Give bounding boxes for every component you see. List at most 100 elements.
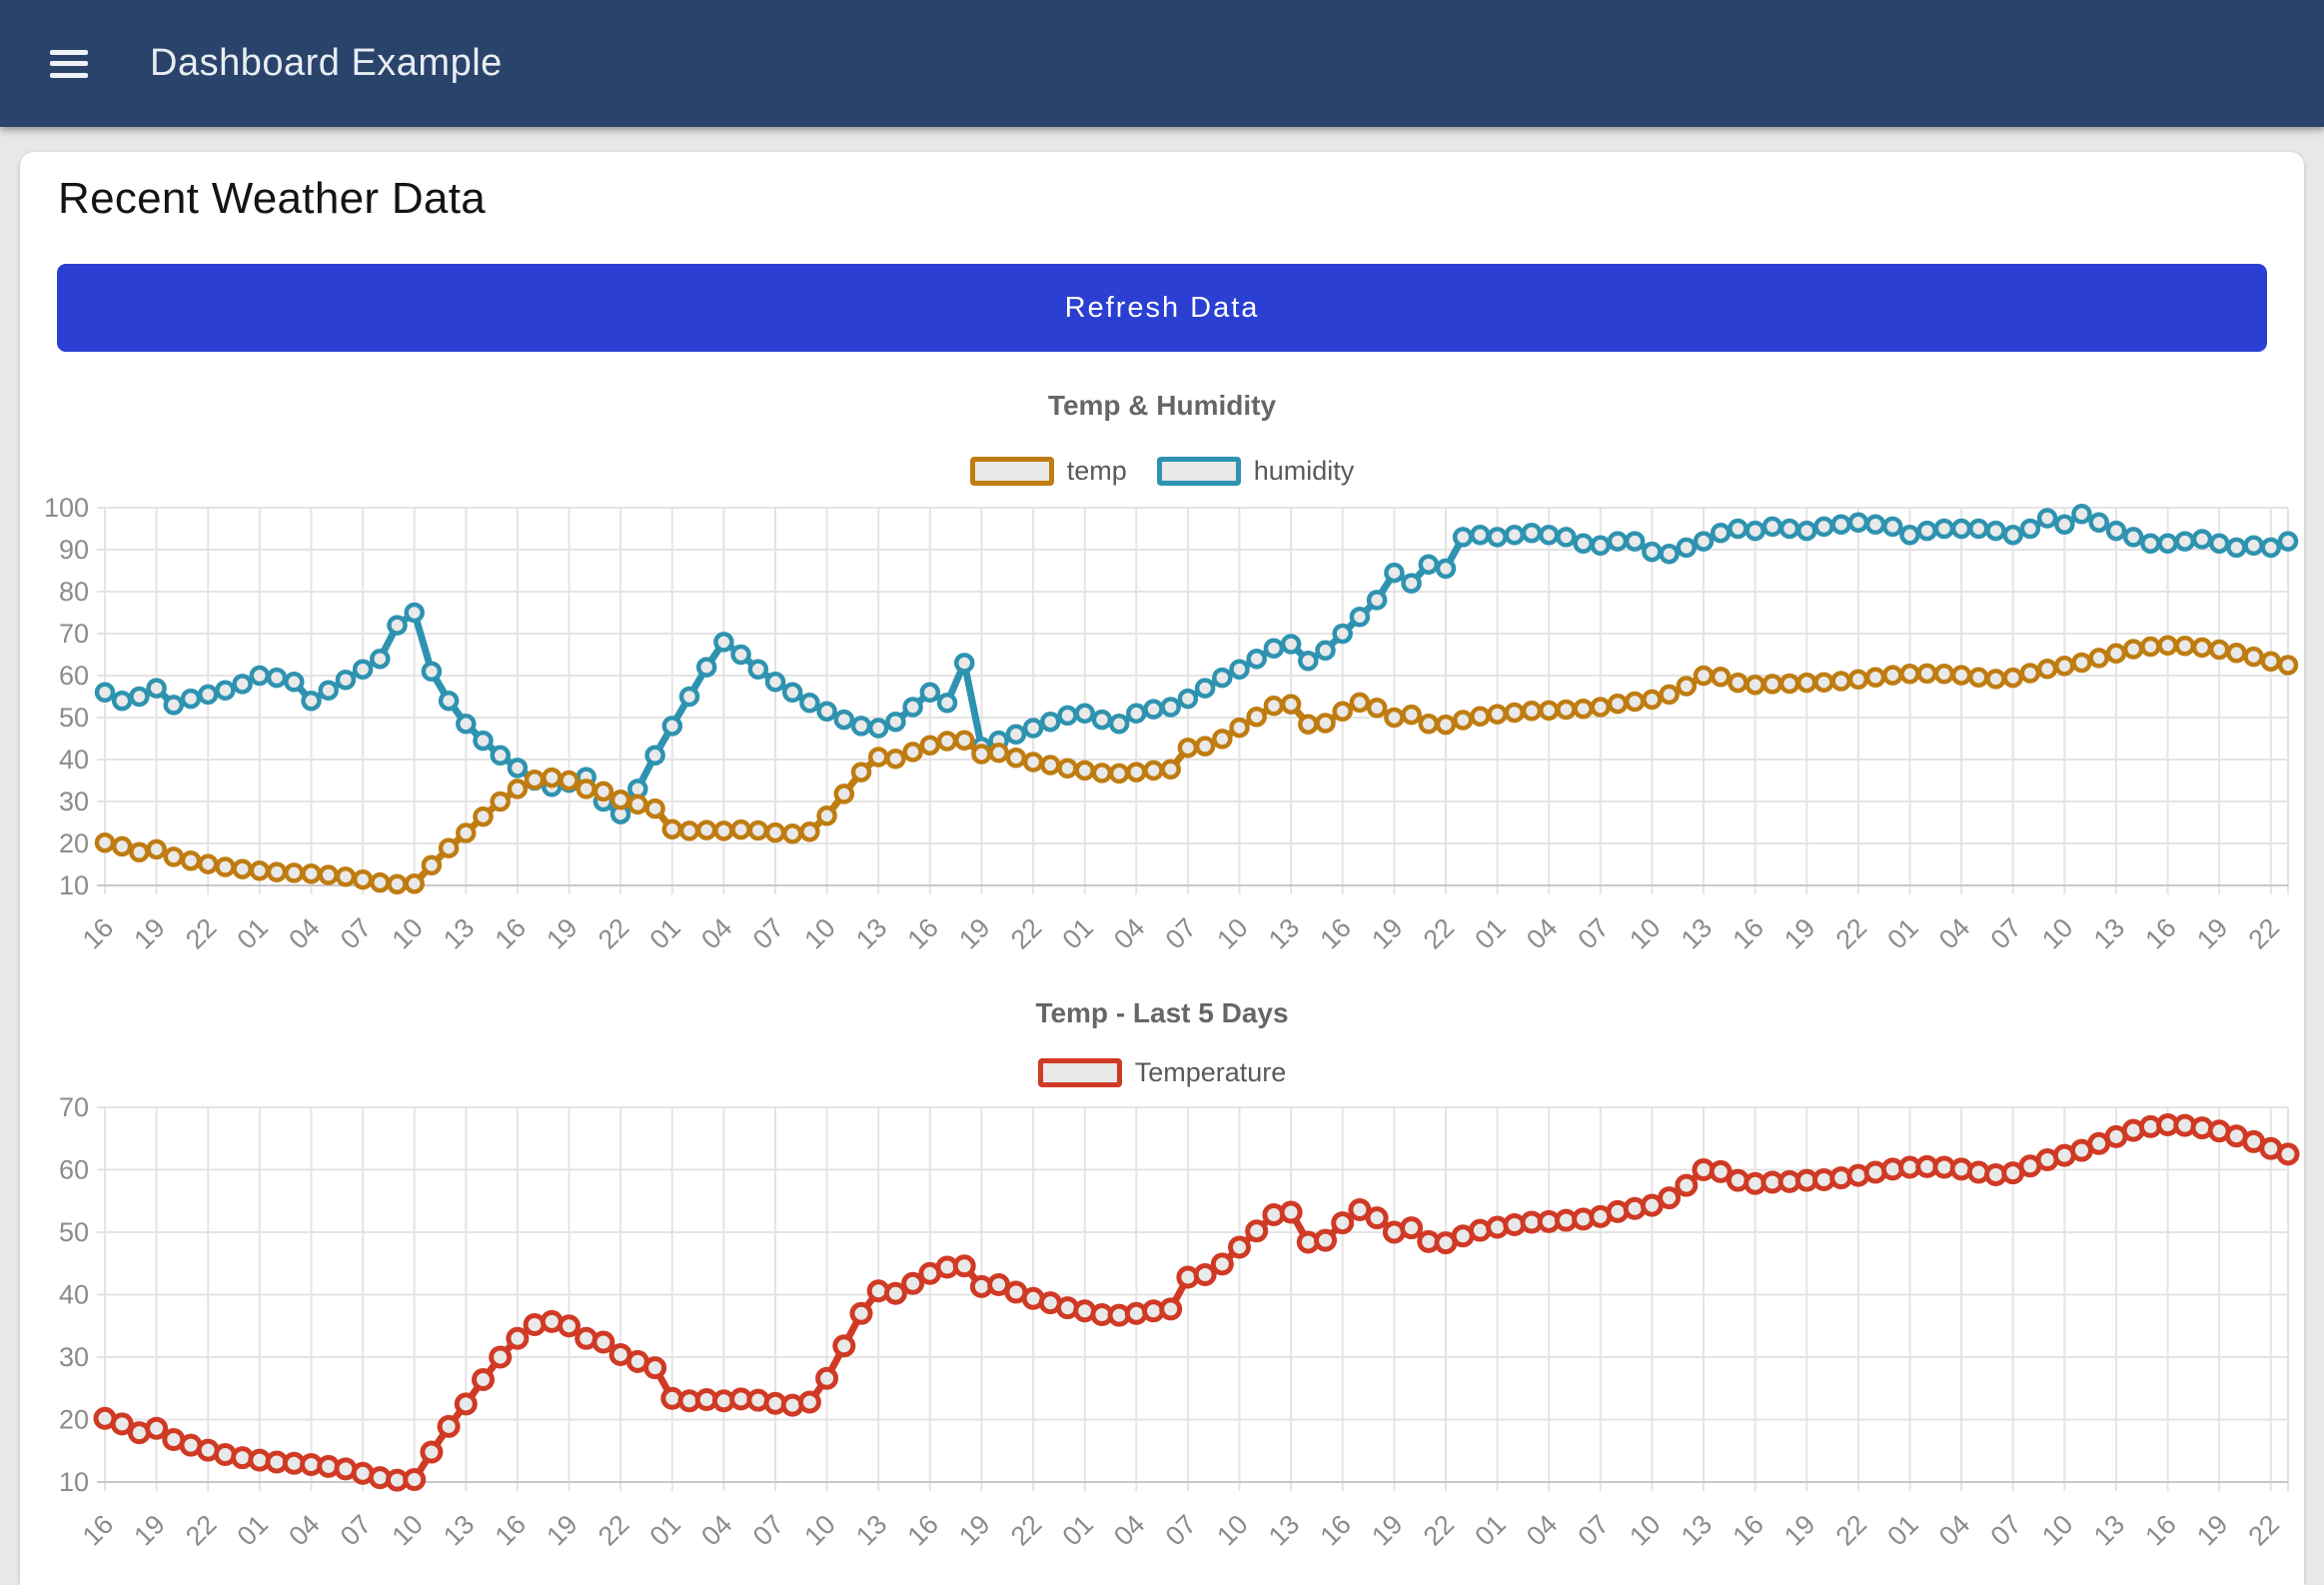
svg-text:01: 01: [232, 1509, 274, 1551]
svg-text:10: 10: [59, 870, 89, 900]
svg-text:50: 50: [59, 703, 89, 733]
svg-text:04: 04: [695, 1509, 737, 1551]
svg-text:16: 16: [1314, 912, 1356, 954]
svg-text:19: 19: [2191, 1509, 2233, 1551]
svg-text:22: 22: [1418, 912, 1460, 954]
svg-text:22: 22: [1005, 912, 1047, 954]
svg-text:19: 19: [541, 912, 582, 954]
svg-text:22: 22: [2243, 912, 2285, 954]
svg-text:10: 10: [2036, 1509, 2078, 1551]
svg-text:04: 04: [283, 1509, 325, 1551]
svg-text:04: 04: [283, 912, 325, 954]
svg-text:16: 16: [490, 1509, 532, 1551]
chart2-title: Temp - Last 5 Days: [20, 997, 2304, 1029]
svg-text:10: 10: [386, 912, 428, 954]
app-header: Dashboard Example: [0, 0, 2324, 127]
svg-text:100: 100: [44, 493, 89, 523]
app-title: Dashboard Example: [150, 42, 503, 85]
svg-text:07: 07: [335, 912, 377, 954]
svg-text:19: 19: [1366, 912, 1408, 954]
svg-text:10: 10: [59, 1467, 89, 1497]
temperature-line-chart: 7060504030201016192201040710131619220104…: [20, 1079, 2304, 1585]
svg-text:13: 13: [1676, 912, 1718, 954]
svg-text:10: 10: [1624, 912, 1666, 954]
svg-text:16: 16: [490, 912, 532, 954]
svg-text:16: 16: [1314, 1509, 1356, 1551]
svg-text:01: 01: [644, 1509, 686, 1551]
svg-text:19: 19: [128, 912, 170, 954]
svg-text:13: 13: [850, 912, 892, 954]
svg-text:13: 13: [1676, 1509, 1718, 1551]
svg-text:19: 19: [1778, 912, 1820, 954]
svg-text:16: 16: [2139, 1509, 2181, 1551]
svg-text:16: 16: [902, 1509, 944, 1551]
svg-text:10: 10: [798, 1509, 840, 1551]
svg-text:16: 16: [77, 912, 119, 954]
svg-text:16: 16: [902, 912, 944, 954]
svg-text:22: 22: [592, 1509, 634, 1551]
svg-text:10: 10: [1624, 1509, 1666, 1551]
svg-text:20: 20: [59, 828, 89, 858]
refresh-data-button[interactable]: Refresh Data: [57, 264, 2267, 352]
svg-text:90: 90: [59, 535, 89, 565]
svg-text:04: 04: [695, 912, 737, 954]
svg-text:70: 70: [59, 1092, 89, 1122]
svg-text:16: 16: [2139, 912, 2181, 954]
svg-text:22: 22: [592, 912, 634, 954]
svg-text:60: 60: [59, 1155, 89, 1185]
svg-text:01: 01: [1056, 1509, 1098, 1551]
svg-text:01: 01: [1881, 1509, 1923, 1551]
svg-text:04: 04: [1108, 912, 1150, 954]
svg-text:04: 04: [1521, 912, 1563, 954]
svg-text:01: 01: [1881, 912, 1923, 954]
svg-text:04: 04: [1933, 1509, 1975, 1551]
svg-text:22: 22: [1830, 912, 1872, 954]
svg-text:01: 01: [644, 912, 686, 954]
svg-text:19: 19: [2191, 912, 2233, 954]
svg-text:80: 80: [59, 577, 89, 607]
svg-text:22: 22: [180, 1509, 222, 1551]
svg-text:10: 10: [1211, 1509, 1253, 1551]
content-card: Recent Weather Data Refresh Data Temp & …: [20, 152, 2304, 1585]
svg-text:20: 20: [59, 1405, 89, 1435]
svg-text:19: 19: [953, 912, 995, 954]
svg-text:10: 10: [2036, 912, 2078, 954]
svg-text:01: 01: [1469, 912, 1511, 954]
svg-text:19: 19: [1366, 1509, 1408, 1551]
svg-text:07: 07: [1984, 1509, 2026, 1551]
svg-text:60: 60: [59, 661, 89, 691]
temp-humidity-line-chart: 1009080706050403020101619220104071013161…: [20, 460, 2304, 959]
svg-text:01: 01: [1469, 1509, 1511, 1551]
svg-text:07: 07: [1160, 912, 1202, 954]
svg-text:22: 22: [1005, 1509, 1047, 1551]
hamburger-menu-icon[interactable]: [50, 50, 88, 78]
svg-text:07: 07: [1984, 912, 2026, 954]
svg-text:22: 22: [2243, 1509, 2285, 1551]
svg-text:10: 10: [798, 912, 840, 954]
svg-text:16: 16: [1727, 912, 1768, 954]
svg-text:07: 07: [335, 1509, 377, 1551]
svg-text:07: 07: [1160, 1509, 1202, 1551]
svg-text:40: 40: [59, 1280, 89, 1310]
svg-text:30: 30: [59, 787, 89, 816]
svg-text:07: 07: [1573, 1509, 1615, 1551]
svg-text:13: 13: [850, 1509, 892, 1551]
svg-text:07: 07: [747, 912, 789, 954]
svg-text:13: 13: [2088, 1509, 2130, 1551]
svg-text:13: 13: [1263, 1509, 1305, 1551]
svg-text:10: 10: [1211, 912, 1253, 954]
svg-text:22: 22: [1418, 1509, 1460, 1551]
svg-text:30: 30: [59, 1342, 89, 1372]
svg-text:40: 40: [59, 745, 89, 775]
svg-text:13: 13: [1263, 912, 1305, 954]
svg-text:22: 22: [180, 912, 222, 954]
svg-text:10: 10: [386, 1509, 428, 1551]
svg-text:04: 04: [1108, 1509, 1150, 1551]
svg-text:70: 70: [59, 619, 89, 649]
svg-text:50: 50: [59, 1217, 89, 1247]
svg-text:07: 07: [747, 1509, 789, 1551]
svg-text:13: 13: [2088, 912, 2130, 954]
chart1-title: Temp & Humidity: [20, 390, 2304, 422]
svg-text:13: 13: [438, 912, 480, 954]
svg-text:04: 04: [1933, 912, 1975, 954]
